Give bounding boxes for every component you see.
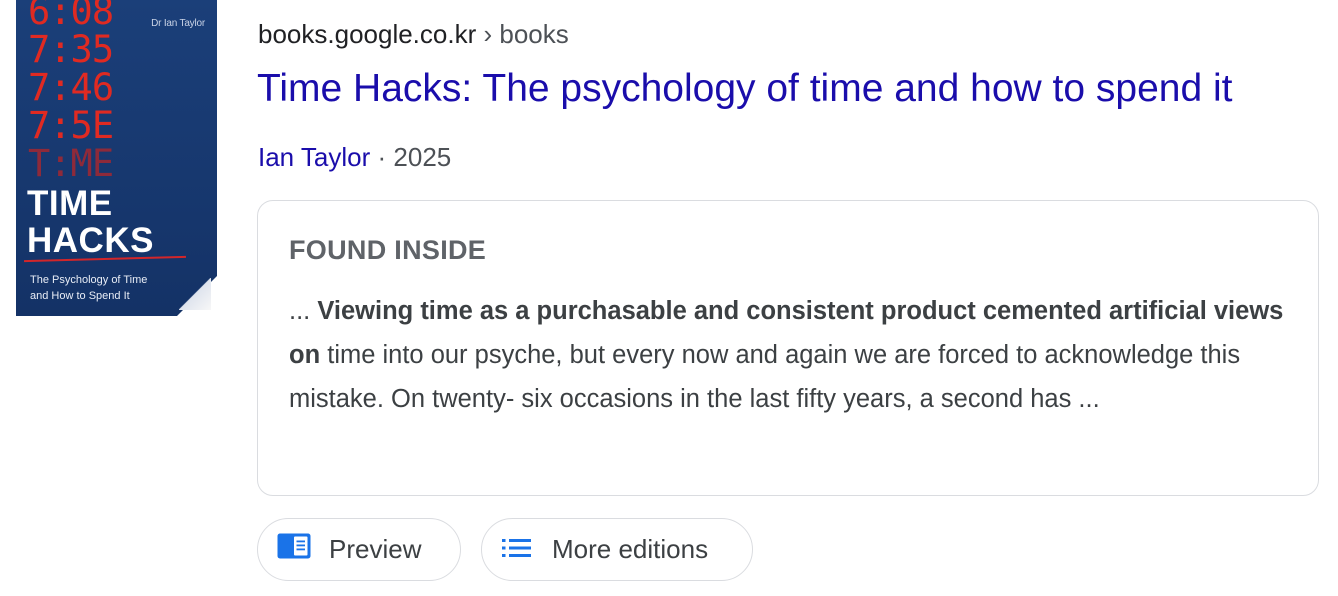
cover-time-2: 7:35 — [28, 28, 114, 71]
book-preview-icon — [277, 533, 311, 566]
page-curl-shade — [179, 278, 211, 310]
found-inside-card: FOUND INSIDE ... Viewing time as a purch… — [257, 200, 1319, 496]
cover-time-4: 7:5E — [28, 104, 114, 147]
cover-title-line-1: TIME — [27, 184, 113, 223]
book-cover-thumbnail[interactable]: Dr Ian Taylor 6:08 7:35 7:46 7:5E T:ME T… — [16, 0, 217, 316]
cover-title-line-2: HACKS — [27, 221, 154, 260]
result-breadcrumb: books.google.co.kr › books — [258, 18, 569, 50]
snippet-rest: time into our psyche, but every now and … — [289, 341, 1241, 413]
cover-time-3: 7:46 — [28, 66, 114, 109]
breadcrumb-separator: › — [483, 19, 493, 49]
more-editions-button[interactable]: More editions — [481, 518, 753, 581]
preview-label: Preview — [329, 534, 422, 564]
preview-button[interactable]: Preview — [257, 518, 461, 581]
found-inside-label: FOUND INSIDE — [289, 235, 487, 265]
list-icon — [502, 534, 532, 565]
result-byline: Ian Taylor · 2025 — [258, 140, 451, 174]
cover-subtitle-line-2: and How to Spend It — [30, 290, 130, 302]
snippet-prefix: ... — [289, 297, 318, 325]
publication-year: 2025 — [393, 142, 452, 172]
author-link[interactable]: Ian Taylor — [258, 142, 370, 172]
result-title-link[interactable]: Time Hacks: The psychology of time and h… — [257, 66, 1232, 112]
byline-separator: · — [377, 142, 387, 172]
more-editions-label: More editions — [552, 534, 709, 564]
breadcrumb-path: books — [499, 19, 569, 49]
breadcrumb-domain: books.google.co.kr — [258, 19, 477, 49]
cover-time-1: 6:08 — [28, 0, 114, 33]
cover-subtitle-line-1: The Psychology of Time — [30, 274, 148, 286]
cover-author: Dr Ian Taylor — [151, 18, 205, 29]
found-inside-snippet: ... Viewing time as a purchasable and co… — [289, 289, 1289, 421]
cover-time-5: T:ME — [28, 142, 114, 185]
